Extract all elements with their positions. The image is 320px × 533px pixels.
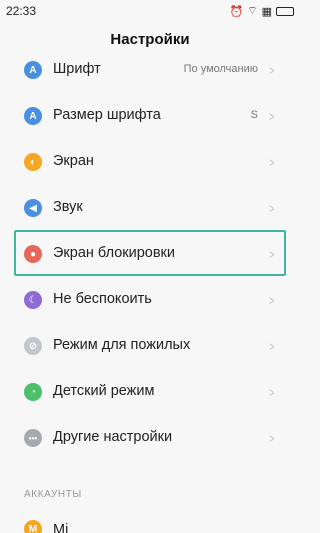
battery-icon [276, 6, 294, 16]
setting-value: По умолчанию [183, 63, 258, 75]
setting-label: Звук [53, 199, 83, 215]
font-icon: A [24, 61, 42, 79]
mi-account-icon: M [24, 520, 42, 533]
alarm-icon: ⏰ [229, 5, 244, 18]
chevron-right-icon: > [269, 109, 275, 124]
elderly-mode-icon: ⊘ [24, 337, 42, 355]
setting-elderly-mode[interactable]: ⊘ Режим для пожилых > [0, 324, 300, 370]
chevron-right-icon: > [269, 431, 275, 446]
setting-label: Mi [53, 522, 69, 533]
setting-label: Детский режим [53, 383, 155, 399]
setting-label: Другие настройки [53, 429, 173, 445]
sound-icon: ◀ [24, 199, 42, 217]
chevron-right-icon: > [269, 63, 275, 78]
status-time: 22:33 [6, 4, 37, 18]
setting-font-size[interactable]: A Размер шрифта S > [0, 94, 300, 140]
chevron-right-icon: > [269, 247, 275, 262]
lock-icon: ● [24, 245, 42, 263]
setting-mi-account[interactable]: M Mi [0, 510, 300, 533]
font-size-icon: A [24, 107, 42, 125]
setting-do-not-disturb[interactable]: ☾ Не беспокоить > [0, 278, 300, 324]
setting-screen[interactable]: ◐ Экран > [0, 140, 300, 186]
moon-icon: ☾ [24, 291, 42, 309]
status-icons: ⏰ ⌔ ▦ [230, 4, 294, 18]
chevron-right-icon: > [269, 339, 275, 354]
chevron-right-icon: > [269, 201, 275, 216]
accounts-section-header: АККАУНТЫ [24, 489, 82, 500]
page-title: Настройки [110, 30, 190, 48]
wifi-icon: ⌔ [247, 5, 258, 17]
setting-value: S [250, 109, 258, 121]
setting-sound[interactable]: ◀ Звук > [0, 186, 300, 232]
setting-label: Экран блокировки [53, 245, 175, 261]
setting-label: Размер шрифта [53, 107, 161, 123]
setting-kids-mode[interactable]: ◔ Детский режим > [0, 370, 300, 416]
setting-label: Не беспокоить [53, 291, 152, 307]
setting-font[interactable]: A Шрифт По умолчанию > [0, 48, 300, 94]
more-icon: ••• [24, 429, 42, 447]
chevron-right-icon: > [269, 385, 275, 400]
chevron-right-icon: > [269, 155, 275, 170]
setting-label: Шрифт [53, 61, 101, 77]
setting-other[interactable]: ••• Другие настройки > [0, 416, 300, 462]
setting-label: Режим для пожилых [53, 337, 191, 353]
screen-icon: ◐ [24, 153, 42, 171]
signal-icon: ▦ [261, 5, 272, 18]
status-bar: 22:33 ⏰ ⌔ ▦ [0, 0, 300, 22]
kids-mode-icon: ◔ [24, 383, 42, 401]
chevron-right-icon: > [269, 293, 275, 308]
setting-label: Экран [53, 153, 94, 169]
setting-lock-screen[interactable]: ● Экран блокировки > [0, 232, 300, 278]
